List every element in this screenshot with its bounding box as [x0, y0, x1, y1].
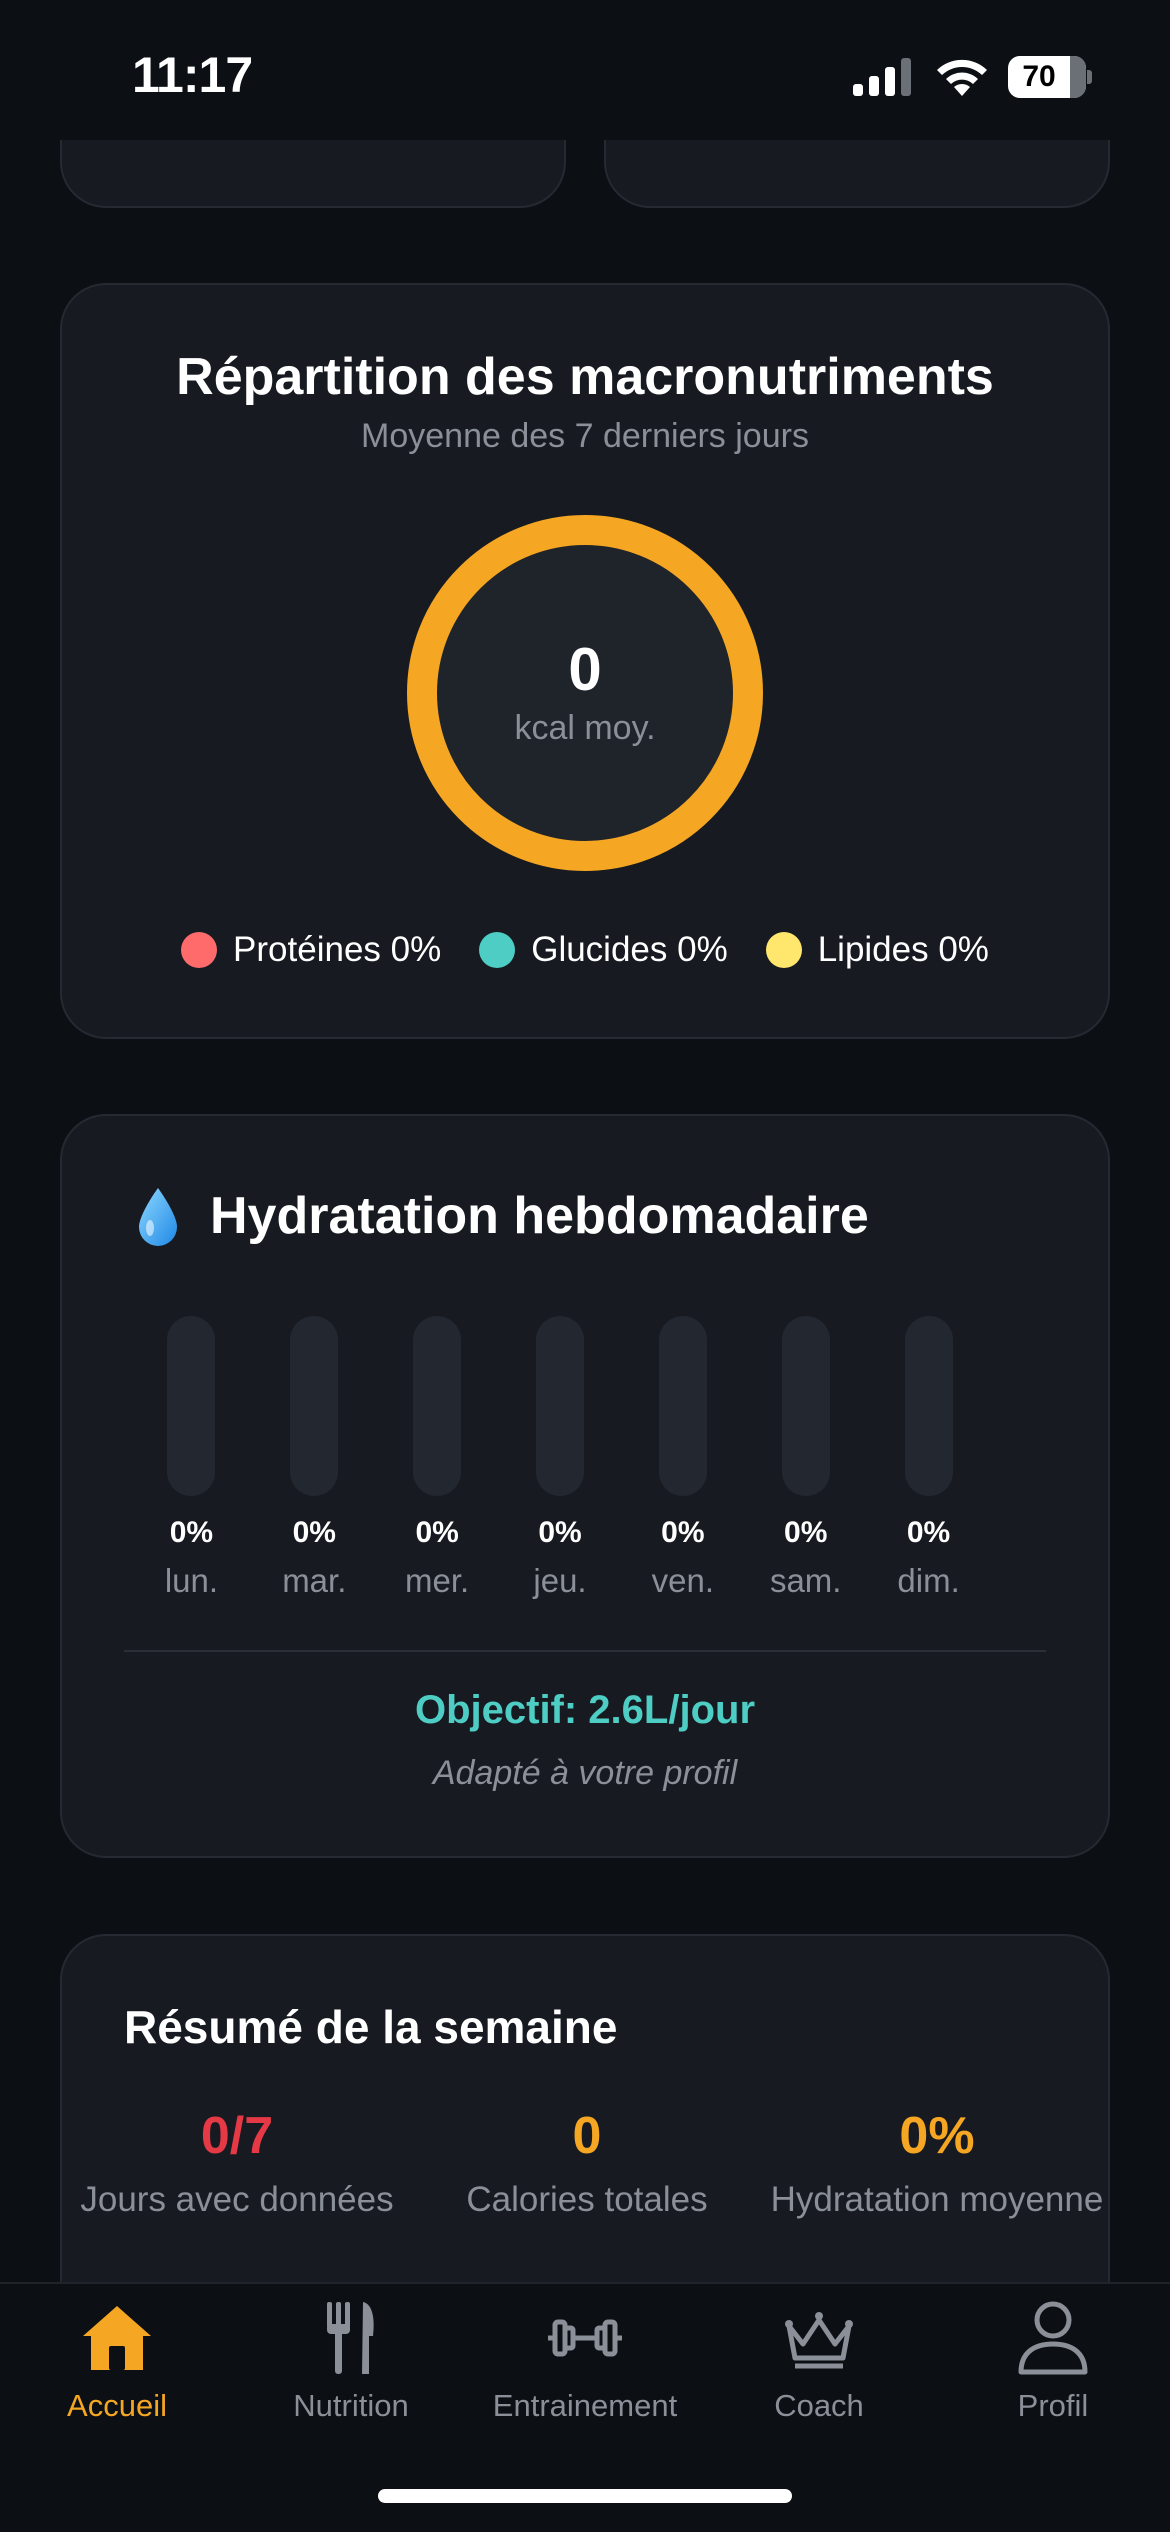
person-icon: [1018, 2301, 1088, 2375]
stat-value: 0/7: [200, 2107, 274, 2165]
hydration-bar-track: [167, 1316, 216, 1496]
hydration-title: Hydratation hebdomadaire: [210, 1187, 869, 1245]
hydration-day-percent: 0%: [415, 1516, 459, 1549]
macro-subtitle: Moyenne des 7 derniers jours: [361, 417, 809, 455]
wifi-icon: [937, 59, 987, 96]
tab-label: Accueil: [67, 2388, 167, 2423]
hydration-day-label: lun.: [164, 1562, 219, 1599]
dumbbell-icon: [548, 2319, 622, 2357]
tab-nutrition[interactable]: Nutrition: [234, 2298, 468, 2424]
tab-label: Profil: [1017, 2388, 1089, 2423]
hydration-day-label: mar.: [282, 1562, 347, 1599]
legend-item-fats: Lipides 0%: [765, 930, 989, 970]
legend-item-proteins: Protéines 0%: [181, 930, 441, 970]
avg-kcal-caption: kcal moy.: [514, 709, 656, 747]
tab-label: Entrainement: [492, 2388, 678, 2423]
tab-label: Nutrition: [293, 2388, 409, 2423]
hydration-bars: 0% lun. 0% mar. 0% mer. 0% jeu. 0% ven. …: [160, 1316, 1020, 1616]
home-icon: [83, 2306, 151, 2370]
fork-knife-icon: [327, 2302, 374, 2374]
hydration-bar-track: [413, 1316, 462, 1496]
stat-value: 0: [572, 2107, 602, 2165]
crown-icon: [785, 2312, 853, 2369]
hydration-day-column: 0% mar.: [254, 1316, 374, 1600]
legend-label-carbs: Glucides 0%: [531, 930, 728, 969]
hydration-day-label: jeu.: [533, 1562, 587, 1599]
hydration-day-percent: 0%: [292, 1516, 336, 1549]
hydration-day-column: 0% lun.: [131, 1316, 251, 1600]
hydration-bar-track: [658, 1316, 707, 1496]
hydration-day-percent: 0%: [538, 1516, 582, 1549]
tab-profil[interactable]: Profil: [936, 2298, 1170, 2424]
status-time: 11:17: [132, 47, 253, 103]
hydration-day-label: ven.: [651, 1562, 715, 1599]
hydration-day-label: sam.: [769, 1562, 842, 1599]
stat-label: Jours avec données: [80, 2180, 394, 2219]
legend-label-proteins: Protéines 0%: [233, 930, 442, 969]
macro-breakdown-card: Répartition des macronutriments Moyenne …: [60, 283, 1110, 1039]
legend-label-fats: Lipides 0%: [817, 930, 989, 969]
stat-avg-hydration: 0% Hydratation moyenne: [762, 2106, 1112, 2220]
stat-label: Calories totales: [466, 2180, 708, 2219]
hydration-day-column: 0% ven.: [623, 1316, 743, 1600]
water-drop-icon: [139, 1188, 177, 1246]
hydration-day-column: 0% jeu.: [500, 1316, 620, 1600]
hydration-day-column: 0% mer.: [377, 1316, 497, 1600]
battery-icon: 70: [1008, 56, 1092, 98]
hydration-day-percent: 0%: [784, 1516, 828, 1549]
tab-accueil[interactable]: Accueil: [0, 2298, 234, 2424]
tab-coach[interactable]: Coach: [702, 2298, 936, 2424]
hydration-day-percent: 0%: [661, 1516, 705, 1549]
status-bar: 11:17 70: [0, 0, 1170, 140]
stat-total-calories: 0 Calories totales: [412, 2106, 762, 2220]
home-screen: 11:17 70 Répartition des macronutriments…: [0, 0, 1170, 2532]
hydration-day-label: mer.: [405, 1562, 470, 1599]
legend-item-carbs: Glucides 0%: [479, 930, 728, 970]
summary-title: Résumé de la semaine: [124, 2001, 618, 2053]
hydration-day-column: 0% sam.: [746, 1316, 866, 1600]
stat-value: 0%: [899, 2107, 975, 2165]
battery-level: 70: [1022, 60, 1056, 93]
hydration-bar-track: [781, 1316, 830, 1496]
signal-icon: [853, 58, 911, 96]
hydration-goal: Objectif: 2.6L/jour: [414, 1688, 756, 1732]
home-indicator[interactable]: [378, 2489, 792, 2503]
tab-entrainement[interactable]: Entrainement: [468, 2298, 702, 2424]
legend-dot-carbs: [479, 932, 516, 968]
legend-dot-proteins: [181, 932, 218, 968]
hydration-day-percent: 0%: [906, 1516, 951, 1549]
hydration-day-column: 0% dim.: [869, 1316, 989, 1600]
hydration-bar-track: [904, 1316, 953, 1496]
avg-kcal-value: 0: [568, 636, 602, 703]
macro-legend: Protéines 0% Glucides 0% Lipides 0%: [62, 930, 1108, 970]
hydration-note: Adapté à votre profil: [432, 1754, 738, 1792]
legend-dot-fats: [765, 932, 802, 968]
hydration-day-label: dim.: [897, 1562, 960, 1599]
tab-label: Coach: [774, 2388, 864, 2423]
weekly-hydration-card: Hydratation hebdomadaire 0% lun. 0% mar.…: [60, 1114, 1110, 1858]
hydration-bar-track: [290, 1316, 339, 1496]
macro-title: Répartition des macronutriments: [176, 348, 994, 406]
stat-days-with-data: 0/7 Jours avec données: [62, 2106, 412, 2220]
divider: [124, 1650, 1046, 1652]
stat-label: Hydratation moyenne: [770, 2180, 1104, 2219]
hydration-day-percent: 0%: [169, 1516, 214, 1549]
hydration-bar-track: [536, 1316, 584, 1496]
